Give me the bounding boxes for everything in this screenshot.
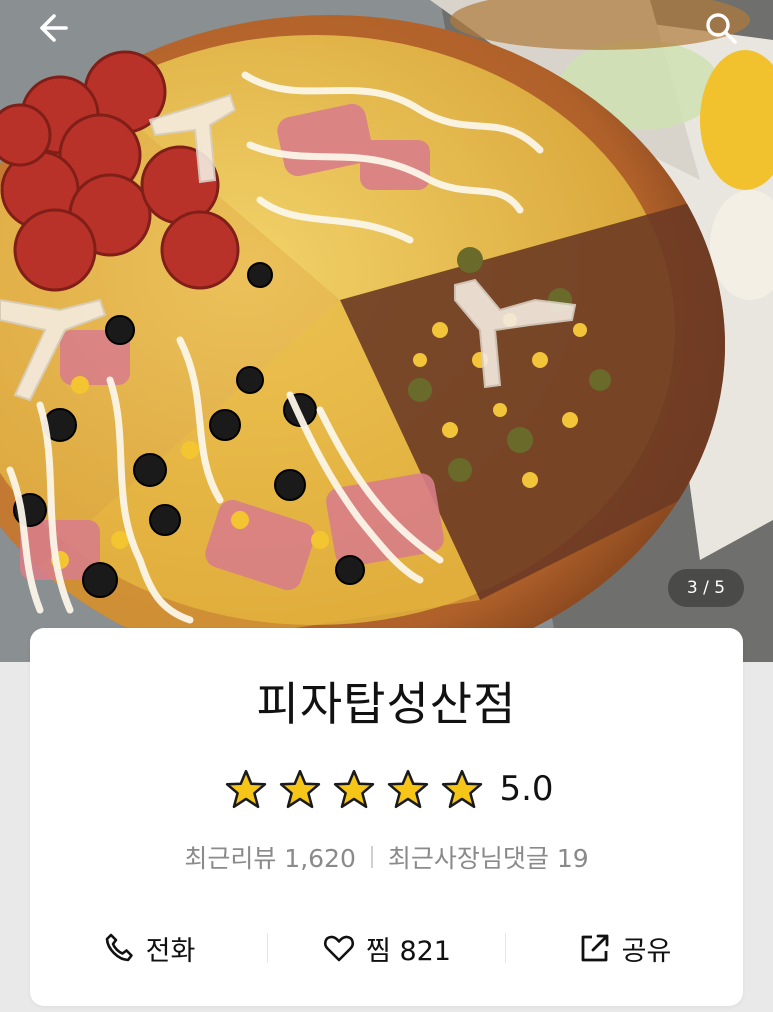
back-arrow-icon xyxy=(40,14,68,42)
rating-value: 5.0 xyxy=(499,769,554,809)
review-meta-row: 최근리뷰 1,620 최근사장님댓글 19 xyxy=(30,839,743,875)
phone-icon xyxy=(105,933,133,962)
star-icon xyxy=(388,769,429,809)
share-button[interactable]: 공유 xyxy=(506,929,743,968)
star-icon xyxy=(334,769,375,809)
star-icon xyxy=(442,769,483,809)
pizza-photo xyxy=(0,0,773,662)
call-label: 전화 xyxy=(145,935,196,967)
image-counter: 3 / 5 xyxy=(668,569,744,607)
share-icon xyxy=(581,934,609,962)
store-name: 피자탑성산점 xyxy=(256,677,517,731)
meta-divider xyxy=(370,846,373,868)
favorite-label: 찜 821 xyxy=(366,935,451,967)
rating-row: 5.0 xyxy=(30,768,743,810)
back-button[interactable] xyxy=(30,6,74,50)
search-button[interactable] xyxy=(699,6,743,50)
heart-icon xyxy=(323,935,355,962)
store-info-card: 피자탑성산점 5.0 최근리뷰 1,620 최근사장님댓글 19 전화 찜 82… xyxy=(30,628,743,1006)
hero-photo[interactable]: 3 / 5 xyxy=(0,0,773,662)
favorite-button[interactable]: 찜 821 xyxy=(268,929,505,968)
search-icon xyxy=(706,13,737,44)
action-bar: 전화 찜 821 공유 xyxy=(30,918,743,978)
owner-replies-count[interactable]: 최근사장님댓글 19 xyxy=(388,839,589,875)
recent-reviews-count[interactable]: 최근리뷰 1,620 xyxy=(184,839,356,875)
star-icon xyxy=(226,769,267,809)
share-label: 공유 xyxy=(621,935,672,967)
call-button[interactable]: 전화 xyxy=(30,929,267,968)
star-icon xyxy=(280,769,321,809)
